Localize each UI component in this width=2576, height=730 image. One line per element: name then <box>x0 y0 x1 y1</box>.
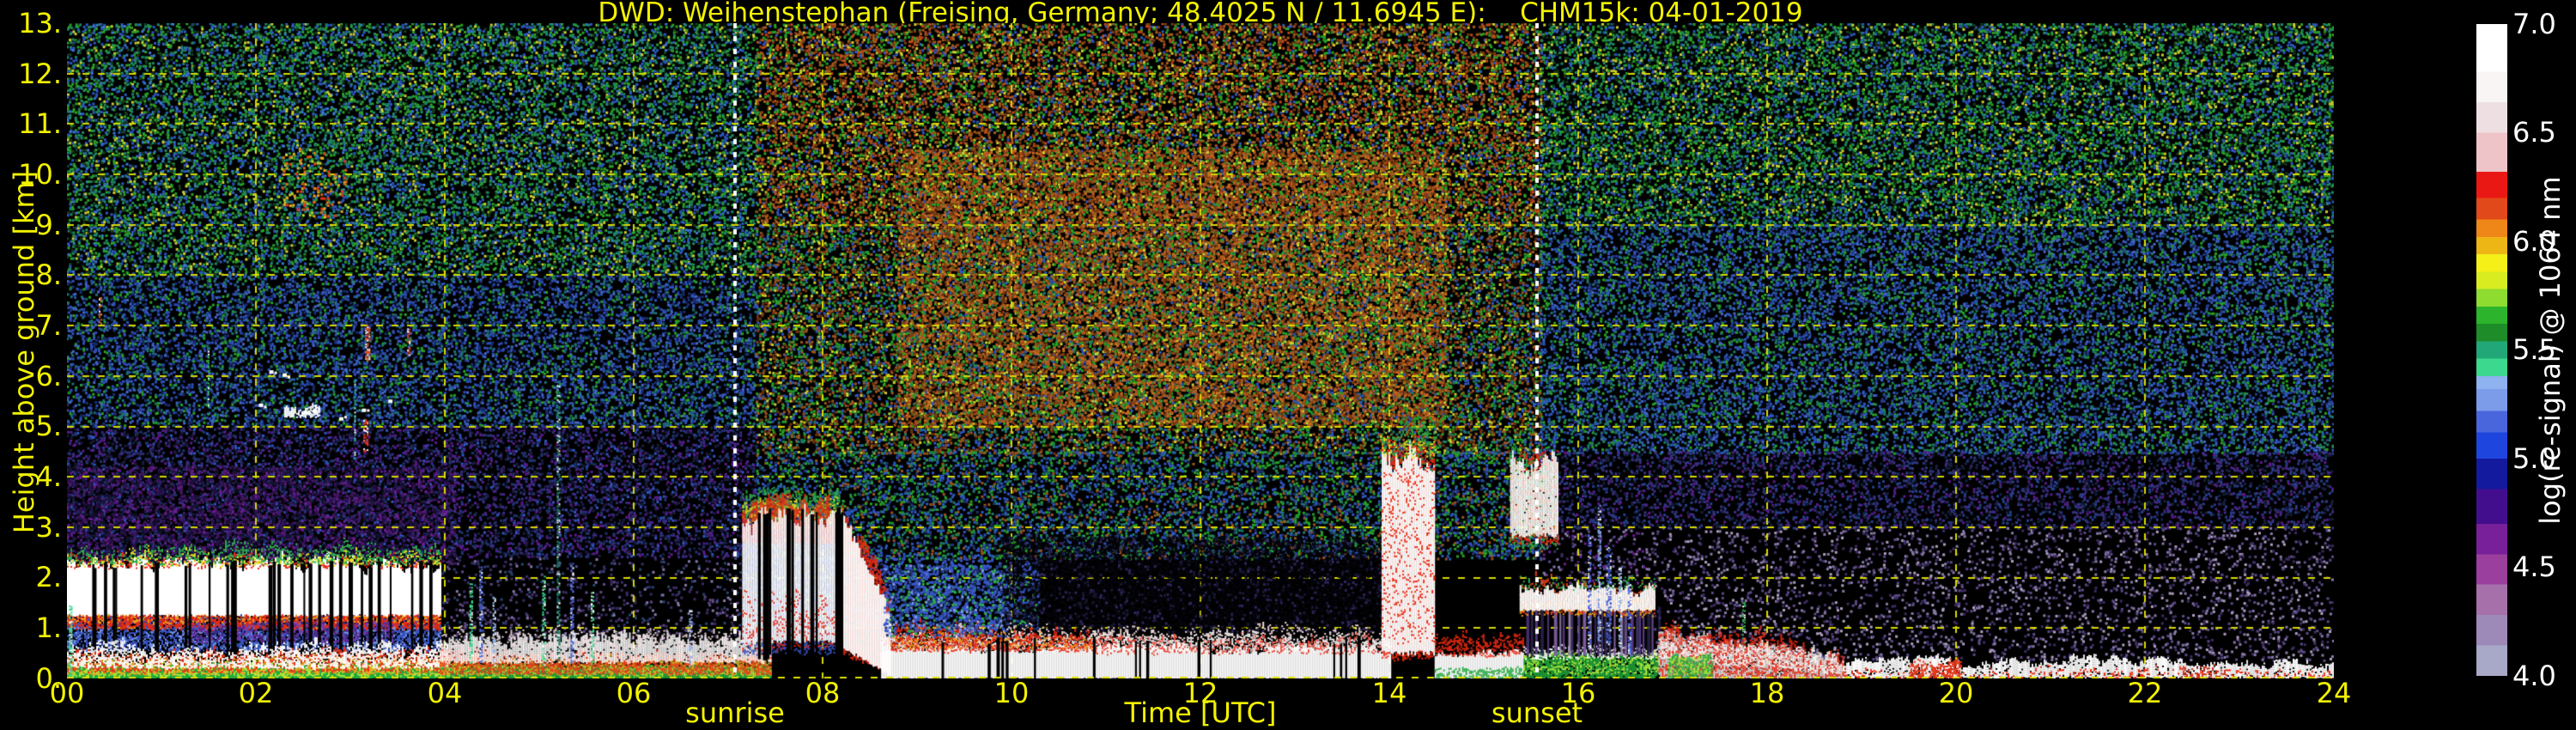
sunset-label: sunset <box>1491 697 1583 729</box>
sunrise-label: sunrise <box>685 697 785 729</box>
page-title: DWD: Weihenstephan (Freising, Germany; 4… <box>598 0 1803 28</box>
y-axis-title: Height above ground [km] <box>8 170 40 534</box>
ceilometer-quicklook-page: DWD: Weihenstephan (Freising, Germany; 4… <box>0 0 2576 730</box>
x-axis-title: Time [UTC] <box>1124 697 1277 729</box>
heatmap-canvas <box>67 23 2334 678</box>
colorbar-title: log(rc-signal) @ 1064 nm <box>2534 176 2567 525</box>
colorbar <box>2476 24 2507 676</box>
